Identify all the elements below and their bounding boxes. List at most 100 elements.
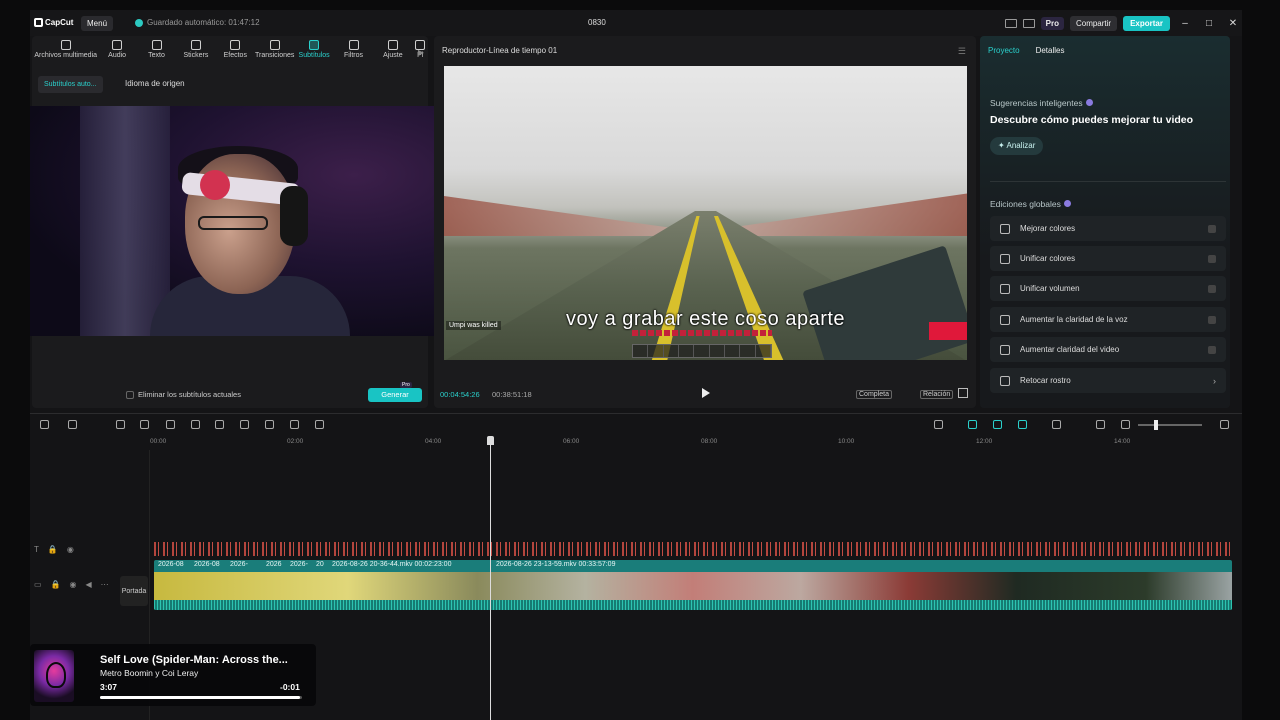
preview-axis-icon[interactable]	[1052, 420, 1061, 429]
export-button[interactable]: Exportar	[1123, 15, 1170, 31]
more-icon[interactable]: ⋯	[101, 580, 109, 589]
tool-media[interactable]: Archivos multimedia	[34, 36, 97, 68]
speaker-icon[interactable]: ◀	[86, 580, 92, 589]
player-title: Reproductor-Línea de tiempo 01	[442, 46, 558, 55]
microphone-icon[interactable]	[934, 420, 943, 429]
edit-unify-colors[interactable]: Unificar colores	[990, 246, 1226, 271]
select-cursor-icon[interactable]	[68, 420, 77, 429]
remove-subtitles-option[interactable]: Eliminar los subtítulos actuales	[126, 390, 241, 399]
autosave-text: Guardado automático: 01:47:12	[147, 18, 260, 27]
undo-icon[interactable]	[116, 420, 125, 429]
hd-icon	[1000, 344, 1010, 355]
split-icon[interactable]	[166, 420, 175, 429]
video-preview[interactable]: Umpi was killed voy a grabar este coso a…	[444, 66, 967, 360]
close-button[interactable]: ✕	[1224, 18, 1242, 29]
tool-effects[interactable]: Efectos	[216, 36, 255, 68]
toggle[interactable]	[1208, 254, 1216, 263]
magic-wand-icon[interactable]	[315, 420, 324, 429]
eye-icon[interactable]: ◉	[67, 545, 74, 554]
tool-transitions[interactable]: Transiciones	[255, 36, 294, 68]
menu-icon[interactable]: ☰	[958, 46, 966, 57]
clip-label: 2026	[266, 561, 282, 568]
minimize-button[interactable]: –	[1176, 18, 1194, 29]
autosave-status: Guardado automático: 01:47:12	[135, 18, 260, 27]
snap-icon[interactable]	[993, 420, 1002, 429]
toggle[interactable]	[1208, 345, 1216, 354]
edit-enhance-colors[interactable]: Mejorar colores	[990, 216, 1226, 241]
analyze-button[interactable]: ✦ Analizar	[990, 137, 1044, 155]
toggle[interactable]	[1208, 315, 1216, 324]
chevron-right-icon[interactable]: ▶	[418, 48, 424, 57]
generate-button[interactable]: Generar	[368, 388, 422, 402]
eye-icon[interactable]: ◉	[70, 580, 77, 589]
play-icon[interactable]	[702, 388, 710, 398]
lock-icon[interactable]: 🔒	[51, 580, 61, 589]
pro-button[interactable]: Pro	[1040, 16, 1064, 30]
project-name: 0830	[588, 18, 606, 27]
adjust-icon	[387, 40, 398, 50]
playhead[interactable]	[490, 440, 491, 720]
divider	[990, 181, 1226, 182]
voice-icon	[1000, 314, 1010, 325]
lock-icon[interactable]: 🔒	[48, 545, 58, 554]
hotbar-slot	[648, 345, 664, 357]
tab-project[interactable]: Proyecto	[988, 46, 1020, 55]
tool-filters[interactable]: Filtros	[334, 36, 373, 68]
shield-icon[interactable]	[265, 420, 274, 429]
tool-text[interactable]: Texto	[137, 36, 176, 68]
layout-icon[interactable]	[1004, 18, 1017, 28]
equalizer-icon	[1000, 283, 1010, 294]
subtitle-track[interactable]	[154, 542, 1232, 556]
hotbar-slot	[633, 345, 649, 357]
delete-icon[interactable]	[240, 420, 249, 429]
menu-button[interactable]: Menú	[81, 16, 114, 31]
subtitle-caption[interactable]: voy a grabar este coso aparte	[444, 308, 967, 331]
zoom-slider[interactable]	[1138, 424, 1202, 426]
edit-unify-volume[interactable]: Unificar volumen	[990, 276, 1226, 301]
zoom-in-icon[interactable]	[1220, 420, 1229, 429]
edit-face-retouch[interactable]: Retocar rostro ›	[990, 368, 1226, 393]
zoom-slider-handle[interactable]	[1154, 420, 1158, 430]
color-match-icon	[1000, 253, 1010, 264]
trim-icon[interactable]	[290, 420, 299, 429]
full-view-button[interactable]: Completa	[856, 390, 892, 399]
edit-video-clarity[interactable]: Aumentar claridad del video	[990, 337, 1226, 362]
tool-stickers[interactable]: Stickers	[176, 36, 215, 68]
text-icon	[151, 40, 162, 50]
cover-button[interactable]: Portada	[120, 576, 148, 606]
toggle[interactable]	[1208, 224, 1216, 233]
zoom-out-icon[interactable]	[1121, 420, 1130, 429]
redo-icon[interactable]	[140, 420, 149, 429]
audio-icon	[112, 40, 123, 50]
tool-adjust[interactable]: Ajuste	[373, 36, 412, 68]
shortcuts-icon[interactable]	[1022, 18, 1035, 28]
edit-label: Aumentar la claridad de la voz	[1020, 315, 1128, 324]
split-left-icon[interactable]	[191, 420, 200, 429]
split-right-icon[interactable]	[215, 420, 224, 429]
share-button[interactable]: Compartir	[1069, 15, 1118, 31]
link-icon[interactable]	[968, 420, 977, 429]
ruler-tick: 06:00	[563, 438, 580, 445]
auto-subtitles-chip[interactable]: Subtítulos auto...	[38, 76, 103, 93]
toggle[interactable]	[1208, 284, 1216, 293]
timeline-ruler[interactable]: 00:00 02:00 04:00 06:00 08:00 10:00 12:0…	[150, 438, 1240, 450]
linkage-icon[interactable]	[1018, 420, 1027, 429]
tool-audio[interactable]: Audio	[97, 36, 136, 68]
hotbar-slot	[710, 345, 725, 357]
add-icon[interactable]	[40, 420, 49, 429]
track-title: Self Love (Spider-Man: Across the...	[100, 654, 288, 666]
video-track[interactable]: 2026-08 2026-08 2026- 2026 2026- 20 2026…	[154, 560, 1232, 610]
fullscreen-icon[interactable]	[958, 388, 968, 398]
tool-label: Ajuste	[383, 52, 403, 59]
webcam-headband-logo	[200, 170, 230, 200]
edit-voice-clarity[interactable]: Aumentar la claridad de la voz	[990, 307, 1226, 332]
tab-details[interactable]: Detalles	[1036, 46, 1065, 55]
tool-subtitles[interactable]: Subtítulos	[294, 36, 333, 68]
hotbar-slot	[740, 345, 756, 357]
smart-suggestions-label: Sugerencias inteligentes	[990, 98, 1083, 108]
subtitles-icon	[309, 40, 320, 50]
maximize-button[interactable]: □	[1200, 18, 1218, 29]
caption-icon[interactable]	[1096, 420, 1105, 429]
aspect-ratio-button[interactable]: Relación	[920, 390, 954, 399]
checkbox[interactable]	[126, 390, 134, 399]
